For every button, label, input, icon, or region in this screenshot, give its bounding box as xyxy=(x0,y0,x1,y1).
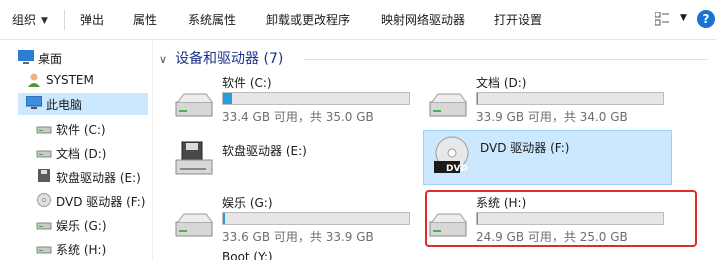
group-separator xyxy=(303,59,708,60)
system-properties-button[interactable]: 系统属性 xyxy=(188,11,236,28)
sidebar-item-label: 此电脑 xyxy=(46,98,83,112)
drive-icon xyxy=(36,126,52,134)
drive-icon xyxy=(36,222,52,230)
sidebar-item-label: 软件 (C:) xyxy=(56,123,106,137)
sidebar-item-label: 桌面 xyxy=(38,52,63,66)
capacity-fill xyxy=(477,93,478,104)
drive-name: 娱乐 (G:) xyxy=(222,196,273,210)
drive-name: DVD 驱动器 (F:) xyxy=(480,141,570,155)
drive-capacity-text: 33.6 GB 可用，共 33.9 GB xyxy=(222,230,374,244)
chevron-down-icon: ▼ xyxy=(41,16,48,26)
sidebar-item-drive-c[interactable]: 软件 (C:) xyxy=(36,118,148,140)
sidebar-item-label: DVD 驱动器 (F:) xyxy=(56,195,146,209)
drive-tile-c[interactable]: 软件 (C:) 33.4 GB 可用，共 35.0 GB xyxy=(170,72,420,124)
eject-button[interactable]: 弹出 xyxy=(80,11,104,28)
desktop-icon xyxy=(18,50,34,64)
change-view-icon[interactable] xyxy=(655,12,669,26)
drive-capacity-text: 33.4 GB 可用，共 35.0 GB xyxy=(222,110,374,124)
drive-tile-e[interactable]: 软盘驱动器 (E:) xyxy=(170,132,420,184)
sidebar-item-drive-h[interactable]: 系统 (H:) xyxy=(36,238,148,260)
hard-drive-icon xyxy=(175,213,213,237)
sidebar-item-desktop[interactable]: 桌面 xyxy=(18,47,148,69)
floppy-icon xyxy=(38,169,50,182)
sidebar-item-drive-d[interactable]: 文档 (D:) xyxy=(36,142,148,164)
sidebar-item-drive-g[interactable]: 娱乐 (G:) xyxy=(36,214,148,236)
uninstall-button[interactable]: 卸载或更改程序 xyxy=(266,11,350,28)
drive-tile-d[interactable]: 文档 (D:) 33.9 GB 可用，共 34.0 GB xyxy=(424,72,674,124)
capacity-fill xyxy=(223,93,232,104)
chevron-down-icon: ∨ xyxy=(159,53,168,66)
open-settings-button[interactable]: 打开设置 xyxy=(494,11,542,28)
group-title: 设备和驱动器 (7) xyxy=(175,51,284,67)
toolbar-separator xyxy=(64,10,65,30)
sidebar-item-drive-e[interactable]: 软盘驱动器 (E:) xyxy=(36,166,148,188)
map-drive-button[interactable]: 映射网络驱动器 xyxy=(381,11,465,28)
drive-name: 软件 (C:) xyxy=(222,76,272,90)
dvd-icon xyxy=(37,193,51,207)
hard-drive-icon xyxy=(175,93,213,117)
properties-button[interactable]: 属性 xyxy=(133,11,157,28)
dvd-badge: DVD xyxy=(446,164,468,174)
drive-name: Boot (Y:) xyxy=(222,250,273,260)
drive-tile-g[interactable]: 娱乐 (G:) 33.6 GB 可用，共 33.9 GB xyxy=(170,192,420,244)
capacity-fill xyxy=(223,213,225,224)
navigation-pane: 桌面 SYSTEM 此电脑 软件 (C:) 文档 (D:) 软盘驱动器 (E:)… xyxy=(0,40,152,260)
floppy-drive-icon xyxy=(175,141,213,175)
sidebar-item-label: 软盘驱动器 (E:) xyxy=(56,171,141,185)
organize-menu[interactable]: 组织 ▼ xyxy=(12,11,48,28)
group-header[interactable]: ∨ 设备和驱动器 (7) xyxy=(159,48,283,68)
drive-name: 软盘驱动器 (E:) xyxy=(222,144,307,158)
capacity-bar xyxy=(476,92,664,105)
command-bar: 组织 ▼ 弹出 属性 系统属性 卸载或更改程序 映射网络驱动器 打开设置 ▼ ? xyxy=(0,0,716,40)
user-icon xyxy=(28,73,40,87)
drive-capacity-text: 33.9 GB 可用，共 34.0 GB xyxy=(476,110,628,124)
drive-tile-y[interactable]: Boot (Y:) xyxy=(170,250,420,260)
sidebar-item-drive-f[interactable]: DVD 驱动器 (F:) xyxy=(36,190,148,212)
sidebar-item-label: 娱乐 (G:) xyxy=(56,219,107,233)
drive-name: 文档 (D:) xyxy=(476,76,527,90)
view-options-chevron-icon[interactable]: ▼ xyxy=(680,13,687,23)
highlight-annotation-box xyxy=(425,190,697,247)
organize-label: 组织 xyxy=(12,13,37,27)
hard-drive-icon xyxy=(429,93,467,117)
capacity-bar xyxy=(222,212,410,225)
drive-icon xyxy=(36,246,52,254)
help-icon[interactable]: ? xyxy=(697,10,715,28)
computer-icon xyxy=(26,96,42,109)
capacity-bar xyxy=(222,92,410,105)
sidebar-item-label: SYSTEM xyxy=(46,73,94,87)
drive-icon xyxy=(36,150,52,158)
drive-tile-f[interactable]: DVD DVD 驱动器 (F:) xyxy=(423,130,672,185)
sidebar-item-system-user[interactable]: SYSTEM xyxy=(26,70,148,92)
sidebar-item-label: 系统 (H:) xyxy=(56,243,107,257)
sidebar-item-label: 文档 (D:) xyxy=(56,147,107,161)
sidebar-item-this-pc[interactable]: 此电脑 xyxy=(18,93,148,115)
